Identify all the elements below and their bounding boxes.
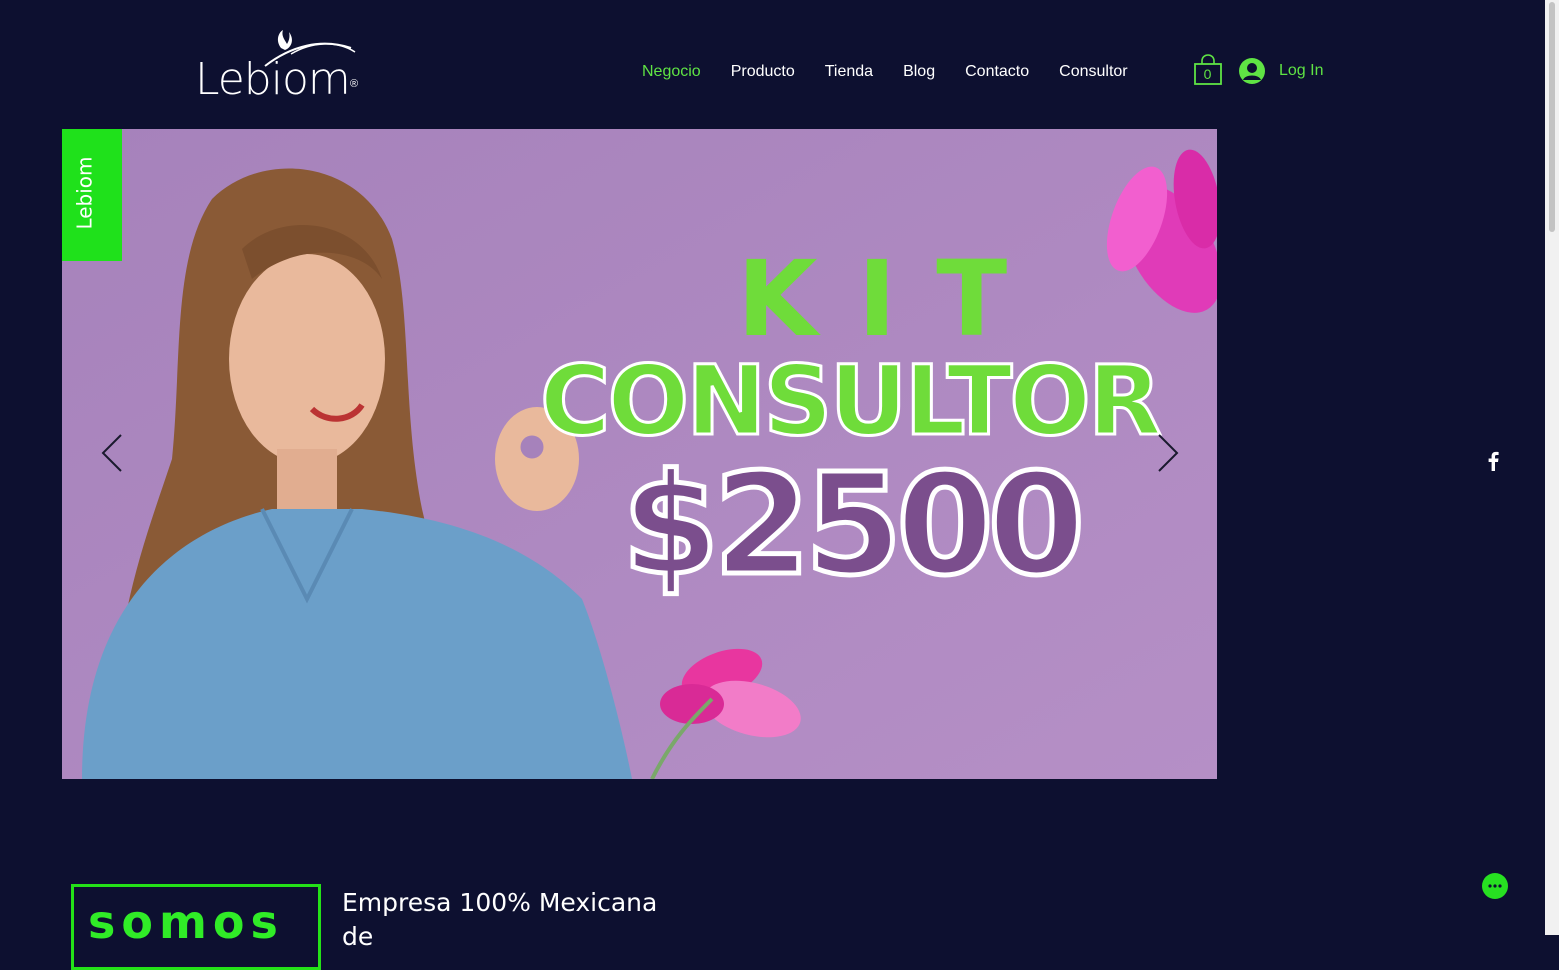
login-button[interactable]: Log In [1238, 57, 1323, 85]
brand-tag-text: Lebiom [72, 156, 97, 230]
logo-wordmark: Lebiom [195, 54, 351, 105]
nav-item-producto[interactable]: Producto [716, 60, 810, 84]
main-nav: Negocio Producto Tienda Blog Contacto Co… [627, 60, 1143, 84]
kit-headline: KIT [737, 238, 1048, 360]
slider-next-button[interactable] [1156, 433, 1180, 473]
chat-button[interactable] [1482, 873, 1508, 899]
about-title: somos [88, 895, 284, 949]
nav-item-tienda[interactable]: Tienda [810, 60, 888, 84]
slider-prev-button[interactable] [100, 433, 124, 473]
chat-bubble-icon [1488, 884, 1502, 888]
consultor-headline: CONSULTOR [539, 345, 1164, 457]
chevron-right-icon [1158, 434, 1179, 472]
login-label: Log In [1279, 62, 1324, 79]
about-title-box: somos [71, 884, 321, 970]
about-text: Empresa 100% Mexicana de [342, 888, 658, 951]
page-scrollbar[interactable] [1545, 0, 1559, 935]
brand-tag: Lebiom [62, 129, 122, 261]
price-headline: $2500 [619, 444, 1087, 607]
site-header: Lebiom ® Negocio Producto Tienda Blog Co… [0, 0, 1545, 128]
cart-button[interactable]: 0 [1193, 54, 1223, 86]
nav-item-contacto[interactable]: Contacto [950, 60, 1044, 84]
facebook-link[interactable] [1484, 450, 1504, 472]
user-avatar-icon [1239, 58, 1265, 84]
nav-item-negocio[interactable]: Negocio [627, 60, 716, 84]
registered-mark: ® [350, 78, 359, 90]
cart-count: 0 [1203, 66, 1212, 82]
scrollbar-thumb[interactable] [1549, 2, 1555, 232]
lebiom-logo[interactable]: Lebiom ® [193, 26, 365, 105]
facebook-icon [1488, 451, 1499, 471]
chevron-left-icon [101, 434, 122, 472]
nav-item-consultor[interactable]: Consultor [1044, 60, 1142, 84]
nav-item-blog[interactable]: Blog [888, 60, 950, 84]
hero-slider: Lebiom KIT CONSULTOR $2500 [62, 129, 1217, 779]
